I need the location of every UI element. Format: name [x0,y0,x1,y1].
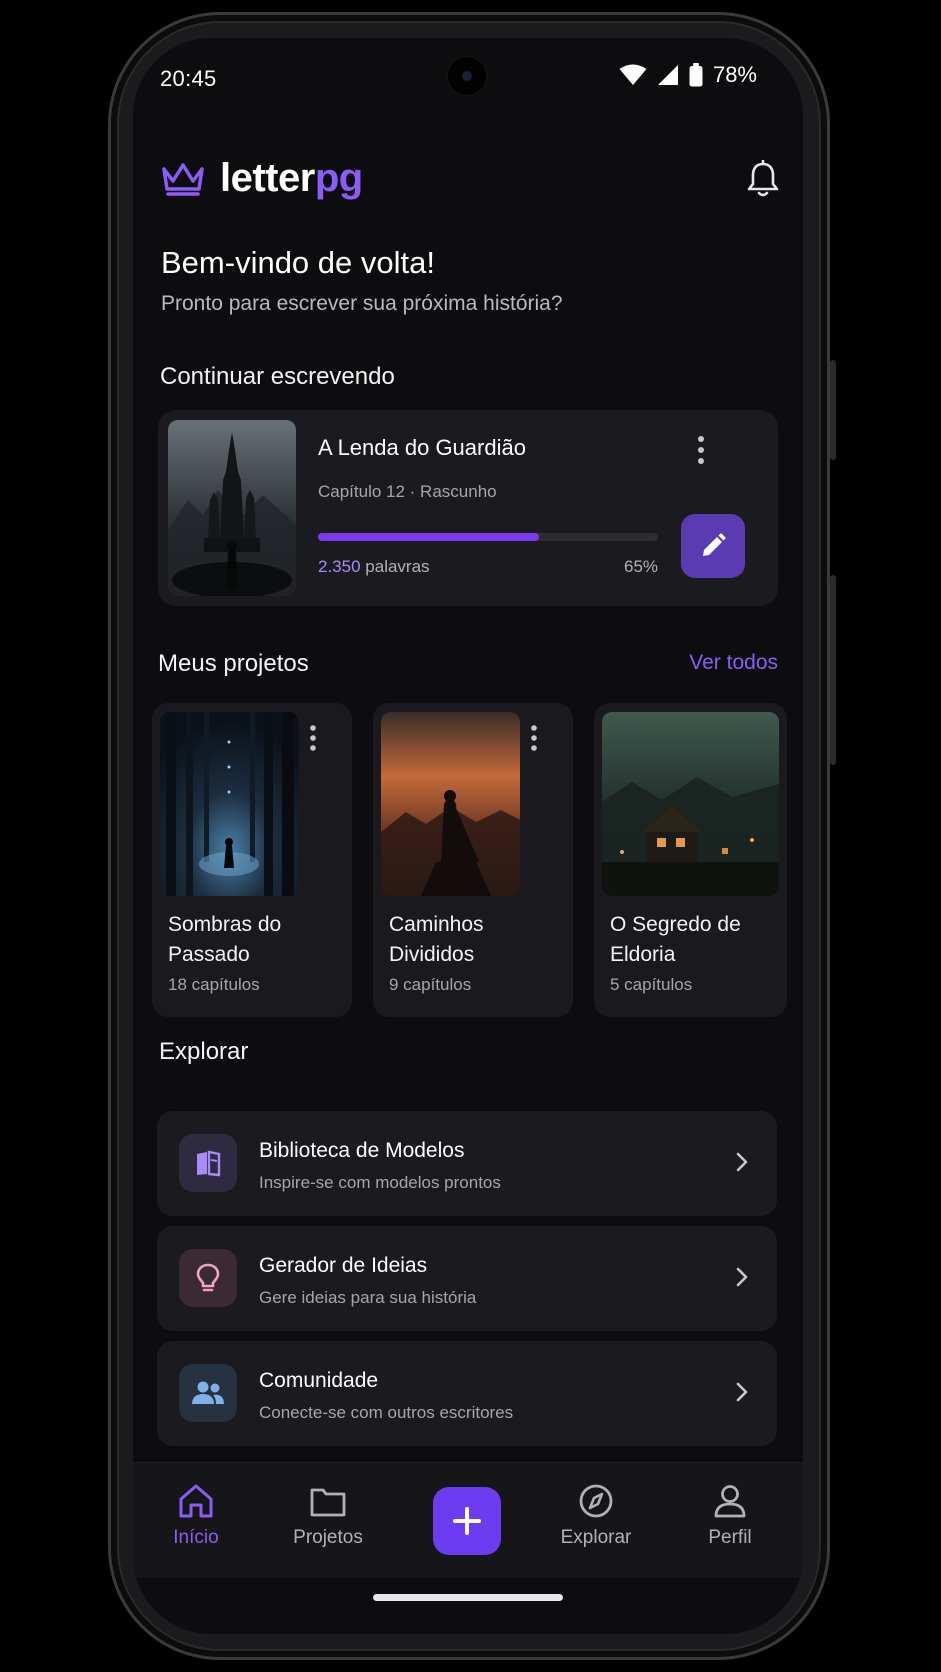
nav-label: Início [173,1527,219,1548]
nav-item-home[interactable]: Início [141,1483,251,1549]
screen: 20:45 78% letterpg Bem-vindo de volta! P… [133,38,803,1634]
explore-item-title: Comunidade [259,1369,379,1392]
project-title: O Segredo de Eldoria [610,913,741,966]
explore-item-desc: Conecte-se com outros escritores [259,1403,514,1422]
explore-item-ideas[interactable]: Gerador de Ideias Gere ideias para sua h… [157,1226,777,1331]
more-options-icon[interactable] [526,723,542,753]
bottom-navigation: Início Projetos Explorar Perfil [133,1462,803,1578]
user-icon [714,1485,746,1518]
explore-icon-box [179,1364,237,1422]
explore-item-desc: Inspire-se com modelos prontos [259,1173,501,1192]
nav-item-explore[interactable]: Explorar [541,1483,651,1549]
continue-writing-card[interactable]: A Lenda do Guardião Capítulo 12 · Rascun… [158,410,778,606]
chevron-right-icon [736,1267,748,1287]
progress-percent: 65% [624,557,659,576]
project-card[interactable]: Sombras do Passado 18 capítulos [152,703,352,1017]
battery-icon [689,63,703,87]
welcome-title: Bem-vindo de volta! [161,245,435,280]
progress-bar [318,533,658,541]
project-title: Sombras do Passado [168,913,282,966]
power-button [830,575,836,765]
status-icons: 78% [619,62,757,88]
front-camera [446,55,488,97]
continue-section-title: Continuar escrevendo [160,363,395,390]
nav-label: Perfil [708,1527,752,1548]
project-chapter-count: 18 capítulos [168,975,260,994]
welcome-subtitle: Pronto para escrever sua próxima históri… [161,292,563,315]
home-icon [179,1484,213,1518]
edit-button[interactable] [681,514,745,578]
project-cover-image [602,712,779,896]
battery-percent: 78% [712,62,757,87]
explore-item-title: Biblioteca de Modelos [259,1139,465,1162]
compass-icon [579,1484,613,1518]
people-icon [192,1381,224,1404]
plus-icon [453,1507,481,1535]
explore-section-title: Explorar [159,1038,249,1065]
explore-item-templates[interactable]: Biblioteca de Modelos Inspire-se com mod… [157,1111,777,1216]
logo-text-part2: pg [314,156,363,200]
home-indicator[interactable] [373,1594,563,1601]
explore-item-community[interactable]: Comunidade Conecte-se com outros escrito… [157,1341,777,1446]
project-cover-image [381,712,520,896]
create-new-button[interactable] [433,1487,501,1555]
nav-item-projects[interactable]: Projetos [273,1483,383,1549]
crown-icon [162,162,204,196]
status-time: 20:45 [160,66,217,91]
project-title: Caminhos Divididos [389,913,484,966]
status-bar: 20:45 78% [133,38,803,118]
signal-icon [657,65,678,85]
more-options-icon[interactable] [691,434,711,466]
logo-text-part1: letter [220,156,315,200]
project-card[interactable]: Caminhos Divididos 9 capítulos [373,703,573,1017]
book-icon [197,1150,221,1177]
progress-fill [318,533,539,541]
nav-label: Explorar [560,1527,632,1548]
lightbulb-icon [196,1263,220,1292]
nav-label: Projetos [293,1527,363,1548]
project-card[interactable]: O Segredo de Eldoria 5 capítulos [594,703,787,1017]
explore-item-title: Gerador de Ideias [259,1254,428,1277]
projects-section-title: Meus projetos [158,650,309,677]
word-count-number: 2.350 [318,557,361,576]
more-options-icon[interactable] [305,723,321,753]
bell-icon[interactable] [746,160,780,198]
folder-icon [310,1488,346,1517]
logo-text: letterpg [220,156,363,201]
app-logo[interactable]: letterpg [160,156,780,201]
see-all-link[interactable]: Ver todos [689,651,778,675]
project-chapter-count: 5 capítulos [610,975,693,994]
chevron-right-icon [736,1382,748,1402]
project-chapter-count: 9 capítulos [389,975,472,994]
nav-item-profile[interactable]: Perfil [675,1483,785,1549]
continue-cover-image [168,420,296,596]
explore-icon-box [179,1249,237,1307]
app-header: letterpg [160,156,780,216]
chevron-right-icon [736,1152,748,1172]
continue-story-title: A Lenda do Guardião [318,435,526,460]
pencil-icon [703,533,726,556]
explore-item-desc: Gere ideias para sua história [259,1288,477,1307]
volume-button [830,360,836,460]
project-cover-image [160,712,299,896]
word-count: 2.350 palavras [318,557,430,577]
wifi-icon [619,64,647,85]
continue-story-meta: Capítulo 12 · Rascunho [318,482,497,501]
word-count-label: palavras [365,557,430,576]
explore-icon-box [179,1134,237,1192]
